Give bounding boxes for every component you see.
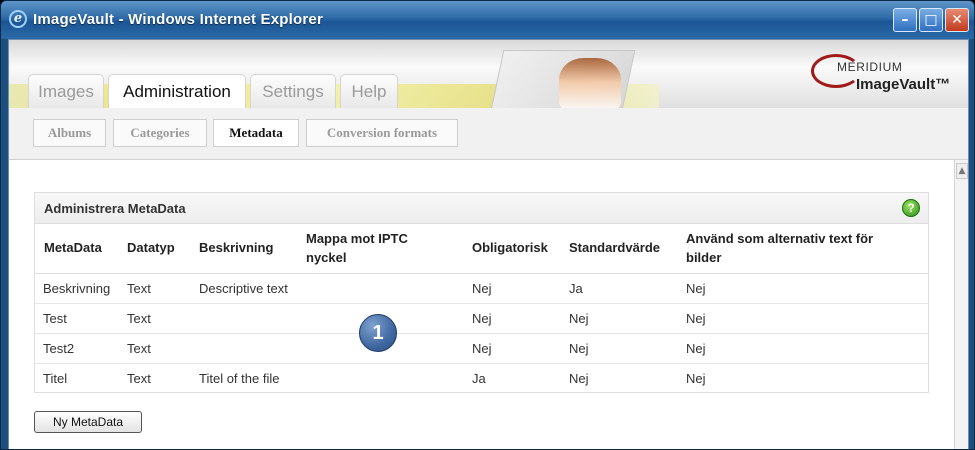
subnav-conversion-formats[interactable]: Conversion formats xyxy=(306,119,458,147)
column-header-standardvarde: Standardvärde xyxy=(569,240,661,255)
scroll-up-icon[interactable]: ▲ xyxy=(956,163,968,179)
cell-standardvarde: Nej xyxy=(569,341,589,356)
cell-alt-text: Nej xyxy=(686,281,706,296)
cell-metadata: Titel xyxy=(43,371,68,386)
column-header-datatyp: Datatyp xyxy=(127,240,175,255)
minimize-button[interactable]: – xyxy=(893,8,917,32)
cell-datatyp: Text xyxy=(127,281,151,296)
column-header-iptc: Mappa mot IPTC nyckel xyxy=(306,231,408,265)
cell-beskrivning: Titel of the file xyxy=(199,371,280,386)
metadata-panel: Administrera MetaData ? MetaData Datatyp… xyxy=(34,192,929,393)
tab-help[interactable]: Help xyxy=(340,74,398,108)
tab-administration[interactable]: Administration xyxy=(108,74,246,108)
callout-number-badge: 1 xyxy=(359,314,397,352)
cell-metadata: Test2 xyxy=(43,341,75,356)
panel-title: Administrera MetaData xyxy=(44,201,186,216)
cell-alt-text: Nej xyxy=(686,341,706,356)
close-button[interactable]: ✕ xyxy=(945,8,969,32)
cell-metadata: Beskrivning xyxy=(43,281,111,296)
cell-beskrivning: Descriptive text xyxy=(199,281,288,296)
vertical-scrollbar[interactable]: ▲ xyxy=(954,160,968,449)
logo-product: ImageVault™ xyxy=(856,76,951,93)
meridium-logo: MERIDIUM ImageVault™ xyxy=(811,52,959,100)
subnav-albums[interactable]: Albums xyxy=(33,119,106,147)
internet-explorer-icon: e xyxy=(9,10,27,28)
portrait-image xyxy=(559,58,621,108)
cell-obligatorisk: Nej xyxy=(472,311,492,326)
cell-standardvarde: Nej xyxy=(569,311,589,326)
column-header-metadata: MetaData xyxy=(44,240,102,255)
tab-settings[interactable]: Settings xyxy=(250,74,336,108)
tab-images[interactable]: Images xyxy=(28,74,104,108)
cell-standardvarde: Ja xyxy=(569,281,583,296)
new-metadata-button[interactable]: Ny MetaData xyxy=(34,411,142,433)
logo-company: MERIDIUM xyxy=(837,60,903,74)
cell-obligatorisk: Nej xyxy=(472,341,492,356)
cell-alt-text: Nej xyxy=(686,311,706,326)
column-header-alt-text: Använd som alternativ text för bilder xyxy=(686,231,874,265)
table-row[interactable]: Titel Text Titel of the file Ja Nej Nej xyxy=(35,364,928,394)
column-header-beskrivning: Beskrivning xyxy=(199,240,274,255)
main-content: Administrera MetaData ? MetaData Datatyp… xyxy=(9,160,954,449)
cell-datatyp: Text xyxy=(127,371,151,386)
title-bar: e ImageVault - Windows Internet Explorer… xyxy=(1,1,974,39)
panel-header: Administrera MetaData ? xyxy=(35,193,928,224)
maximize-button[interactable]: □ xyxy=(919,8,943,32)
cell-obligatorisk: Nej xyxy=(472,281,492,296)
cell-datatyp: Text xyxy=(127,341,151,356)
table-header-row: MetaData Datatyp Beskrivning Mappa mot I… xyxy=(35,224,928,274)
sub-navigation: Albums Categories Metadata Conversion fo… xyxy=(9,108,968,160)
cell-obligatorisk: Ja xyxy=(472,371,486,386)
window-title: ImageVault - Windows Internet Explorer xyxy=(33,11,324,28)
app-header: MERIDIUM ImageVault™ Images Administrati… xyxy=(9,40,968,108)
page-content: MERIDIUM ImageVault™ Images Administrati… xyxy=(8,39,969,449)
table-row[interactable]: Test Text Nej Nej Nej xyxy=(35,304,928,334)
browser-window: e ImageVault - Windows Internet Explorer… xyxy=(0,0,975,450)
table-row[interactable]: Test2 Text Nej Nej Nej xyxy=(35,334,928,364)
cell-metadata: Test xyxy=(43,311,67,326)
subnav-metadata[interactable]: Metadata xyxy=(213,119,299,147)
table-row[interactable]: Beskrivning Text Descriptive text Nej Ja… xyxy=(35,274,928,304)
column-header-obligatorisk: Obligatorisk xyxy=(472,240,548,255)
cell-standardvarde: Nej xyxy=(569,371,589,386)
cell-datatyp: Text xyxy=(127,311,151,326)
subnav-categories[interactable]: Categories xyxy=(113,119,207,147)
help-icon[interactable]: ? xyxy=(902,199,920,217)
cell-alt-text: Nej xyxy=(686,371,706,386)
